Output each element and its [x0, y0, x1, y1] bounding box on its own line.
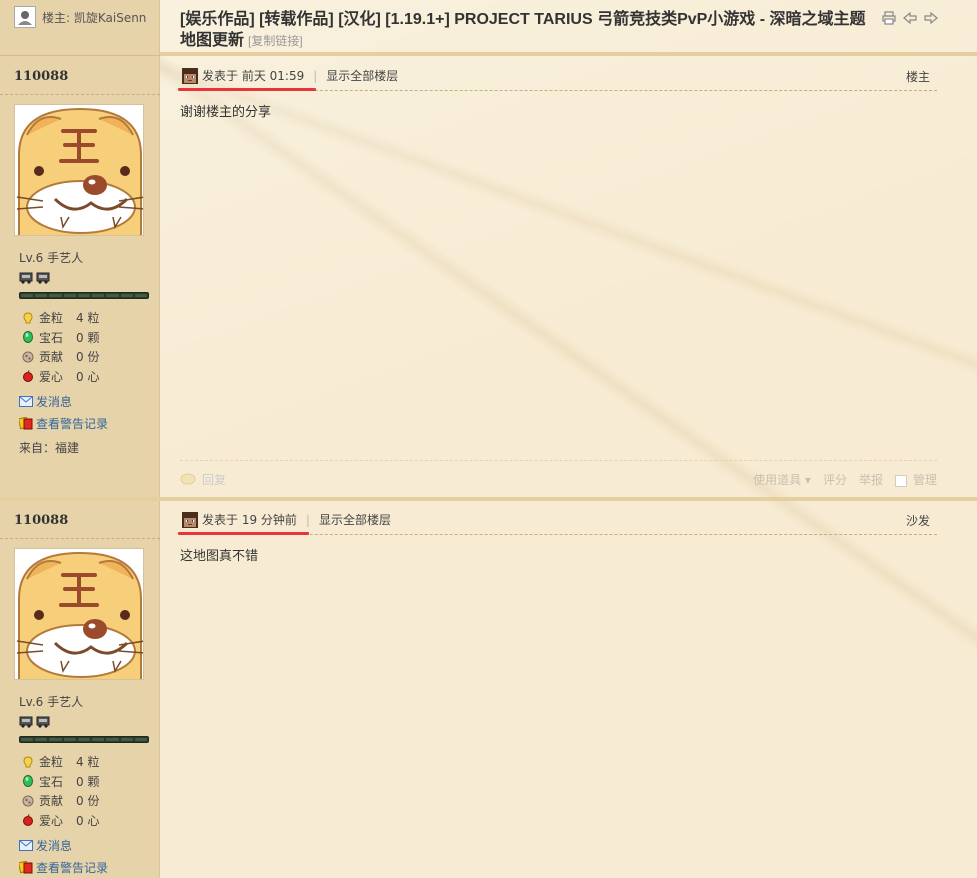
highlight-underline: [178, 88, 316, 91]
stat-contribution: 贡献 0 份: [21, 791, 99, 811]
stat-love: 爱心 0 心: [21, 811, 99, 831]
author-uid[interactable]: 110088: [14, 69, 68, 84]
thread-starter[interactable]: 楼主: 凯旋KaiSenn: [14, 6, 146, 28]
show-all-floors-link[interactable]: 显示全部楼层: [326, 67, 398, 84]
minecart-medal-icon[interactable]: [36, 714, 50, 728]
post-header: 发表于 前天 01:59 | 显示全部楼层 楼主: [178, 64, 937, 91]
avatar[interactable]: [14, 104, 144, 236]
post-2: 110088 Lv.6 手艺人 金粒 4 粒 宝石 0 颗 贡献 0 份 爱心 …: [0, 500, 977, 878]
next-thread-icon[interactable]: [923, 10, 938, 25]
divider: [0, 94, 160, 95]
user-actions: 发消息 查看警告记录: [19, 390, 108, 434]
user-level[interactable]: Lv.6 手艺人: [19, 693, 83, 710]
stat-gem: 宝石 0 颗: [21, 772, 99, 792]
reply-icon: [180, 473, 196, 486]
minecart-medal-icon[interactable]: [36, 270, 50, 284]
view-warnings-link[interactable]: 查看警告记录: [19, 412, 108, 434]
divider: [0, 538, 160, 539]
user-location: 来自：福建: [19, 441, 80, 455]
envelope-icon: [19, 839, 34, 852]
user-stats: 金粒 4 粒 宝石 0 颗 贡献 0 份 爱心 0 心: [21, 752, 99, 830]
op-avatar[interactable]: [14, 6, 36, 28]
stat-gem: 宝石 0 颗: [21, 328, 99, 348]
minecart-medal-icon[interactable]: [19, 714, 33, 728]
header-tools: [881, 10, 938, 25]
steve-face-icon: [182, 67, 198, 84]
warning-card-icon: [19, 860, 34, 874]
post-footer: 回复 使用道具 ▾ 评分 举报 管理: [180, 460, 937, 498]
copy-link[interactable]: [复制链接]: [248, 34, 303, 48]
envelope-icon: [19, 395, 34, 408]
minecart-medal-icon[interactable]: [19, 270, 33, 284]
manage-toggle[interactable]: 管理: [894, 471, 937, 488]
stat-love: 爱心 0 心: [21, 367, 99, 387]
user-stats: 金粒 4 粒 宝石 0 颗 贡献 0 份 爱心 0 心: [21, 308, 99, 386]
print-icon[interactable]: [881, 10, 896, 25]
medal-list: [19, 270, 50, 284]
contribution-icon: [21, 794, 34, 807]
steve-face-icon: [182, 511, 198, 528]
prev-thread-icon[interactable]: [902, 10, 917, 25]
apple-heart-icon: [21, 814, 34, 827]
emerald-icon: [21, 775, 34, 788]
thread-header: 楼主: 凯旋KaiSenn [娱乐作品] [转载作品] [汉化] [1.19.1…: [0, 0, 977, 56]
report-button[interactable]: 举报: [859, 471, 883, 488]
post-content: 这地图真不错: [180, 549, 259, 564]
author-uid[interactable]: 110088: [14, 513, 68, 528]
use-item-menu[interactable]: 使用道具 ▾: [753, 471, 811, 488]
thread-title: [娱乐作品] [转载作品] [汉化] [1.19.1+] PROJECT TAR…: [180, 9, 880, 52]
emerald-icon: [21, 331, 34, 344]
highlight-underline: [178, 532, 309, 535]
stat-gold: 金粒 4 粒: [21, 308, 99, 328]
post-content: 谢谢楼主的分享: [180, 105, 272, 120]
gold-nugget-icon: [21, 755, 34, 768]
post-meta: 发表于 前天 01:59 | 显示全部楼层: [182, 67, 398, 84]
user-level[interactable]: Lv.6 手艺人: [19, 249, 83, 266]
view-warnings-link[interactable]: 查看警告记录: [19, 856, 108, 878]
post-header: 发表于 19 分钟前 | 显示全部楼层 沙发: [178, 508, 937, 535]
send-message-link[interactable]: 发消息: [19, 390, 108, 412]
warning-card-icon: [19, 416, 34, 430]
experience-bar: [19, 292, 149, 299]
post-tools: 使用道具 ▾ 评分 举报 管理: [753, 471, 937, 488]
stat-gold: 金粒 4 粒: [21, 752, 99, 772]
show-all-floors-link[interactable]: 显示全部楼层: [319, 511, 391, 528]
medal-list: [19, 714, 50, 728]
reply-button[interactable]: 回复: [180, 471, 226, 488]
post-time: 发表于 19 分钟前: [202, 513, 297, 527]
contribution-icon: [21, 350, 34, 363]
post-1: 110088 Lv.6 手艺人 金粒 4 粒 宝石 0 颗 贡献 0 份 爱心 …: [0, 56, 977, 498]
experience-bar: [19, 736, 149, 743]
op-name[interactable]: 楼主: 凯旋KaiSenn: [42, 9, 146, 26]
manage-checkbox[interactable]: [894, 474, 907, 487]
separator: |: [313, 68, 318, 83]
send-message-link[interactable]: 发消息: [19, 834, 108, 856]
stat-contribution: 贡献 0 份: [21, 347, 99, 367]
post-time: 发表于 前天 01:59: [202, 69, 305, 83]
post-meta: 发表于 19 分钟前 | 显示全部楼层: [182, 511, 391, 528]
rate-button[interactable]: 评分: [823, 471, 847, 488]
avatar[interactable]: [14, 548, 144, 680]
user-actions: 发消息 查看警告记录: [19, 834, 108, 878]
apple-heart-icon: [21, 370, 34, 383]
separator: |: [305, 512, 310, 527]
gold-nugget-icon: [21, 311, 34, 324]
floor-number[interactable]: 沙发: [906, 512, 930, 529]
floor-number[interactable]: 楼主: [906, 68, 930, 85]
